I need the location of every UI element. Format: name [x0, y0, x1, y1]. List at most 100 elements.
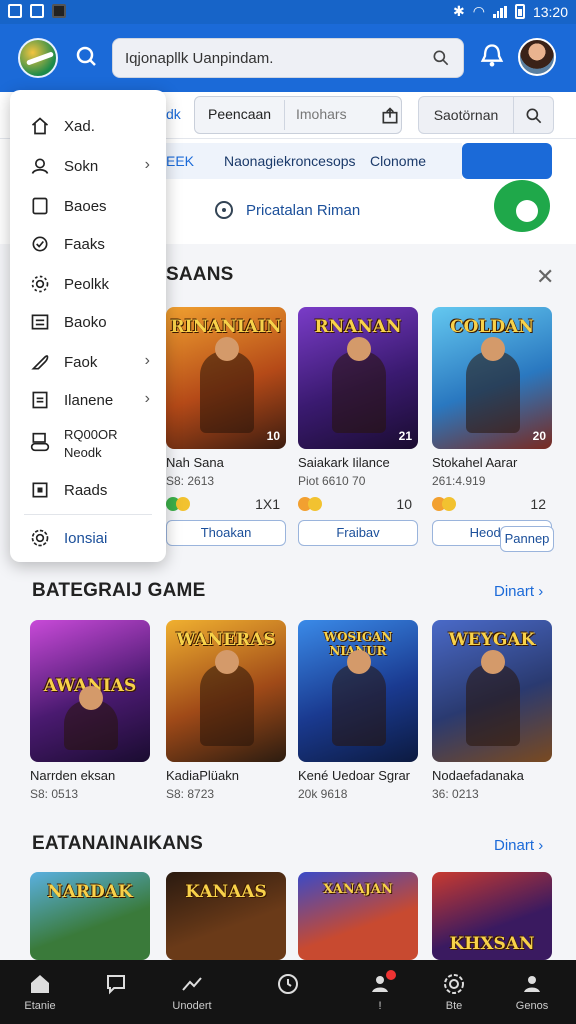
menu-item-label: Faaks	[64, 235, 105, 253]
notification-bell-icon[interactable]	[478, 42, 506, 70]
promo-link[interactable]: Pricatalan Riman	[246, 202, 360, 219]
rating-count: 10	[396, 496, 412, 512]
wifi-icon: ◠	[472, 3, 485, 19]
game-card[interactable]: RINANIAIN 10 Nah Sana S8: 2613 1X1 Thoak…	[166, 307, 286, 546]
nav-trending[interactable]: Unodert	[156, 960, 228, 1024]
tab-1[interactable]: Peencaan	[198, 94, 281, 134]
filter-search-button[interactable]	[514, 96, 554, 134]
nav-home[interactable]: Etanie	[4, 960, 76, 1024]
nav-settings[interactable]: Bte	[418, 960, 490, 1024]
see-all-label: Dinart	[494, 837, 535, 854]
search-input[interactable]: Iqjonapllk Uanpindam.	[125, 50, 273, 67]
game-art-title: NARDAK	[47, 882, 133, 902]
chevron-right-icon: ›	[538, 583, 544, 600]
see-all-link[interactable]: Dinart ›	[494, 837, 543, 854]
search-bar[interactable]: Iqjonapllk Uanpindam.	[112, 38, 464, 78]
signal-icon	[492, 5, 507, 18]
menu-item-label: Ilanene	[64, 391, 114, 409]
menu-item[interactable]: Xad.	[10, 110, 166, 142]
menu-item-label: Raads	[64, 481, 108, 499]
menu-divider	[24, 514, 152, 515]
game-card[interactable]: WANERAS KadiaPlüakn S8: 8723	[166, 620, 286, 801]
game-card[interactable]: KANAAS	[166, 872, 286, 960]
game-badge: 21	[398, 429, 412, 443]
tab-2[interactable]: Imohars	[286, 94, 357, 134]
menu-item[interactable]: Sokn ›	[10, 150, 166, 182]
avatar[interactable]	[518, 38, 556, 76]
battery-icon	[514, 4, 525, 19]
subfilter-chip[interactable]: Naonagiekroncesops	[224, 153, 356, 169]
section-title: EATANAINAIKANS	[32, 833, 203, 854]
game-card[interactable]: KHXSAN	[432, 872, 552, 960]
see-all-link[interactable]: Dinart ›	[494, 583, 543, 600]
menu-item[interactable]: Faok ›	[10, 346, 166, 378]
game-name: Stokahel Aarar	[432, 455, 518, 470]
game-thumbnail[interactable]: KHXSAN	[432, 872, 552, 960]
sort-button[interactable]: Saotörnan	[418, 96, 514, 134]
game-action-button[interactable]: Thoakan	[166, 520, 286, 546]
search-icon[interactable]	[431, 48, 451, 68]
game-character	[466, 650, 520, 746]
search-icon[interactable]	[74, 44, 98, 68]
game-card[interactable]: COLDAN 20 Stokahel Aarar 261:4.919 12 He…	[432, 307, 552, 546]
status-right: ✱ ◠ 13:20	[453, 3, 568, 20]
game-thumbnail[interactable]: KANAAS	[166, 872, 286, 960]
game-card[interactable]: NARDAK	[30, 872, 150, 960]
close-icon[interactable]: ✕	[536, 264, 554, 290]
bottom-navigation: Etanie Unodert ! Bte Genos	[0, 960, 576, 1024]
nav-social[interactable]: !	[344, 960, 416, 1024]
game-thumbnail[interactable]: WOSIGAN NIANUR	[298, 620, 418, 762]
nav-clock[interactable]	[252, 960, 324, 1024]
game-name: Nah Sana	[166, 455, 224, 470]
rating-icons	[166, 497, 190, 511]
menu-item-label: Peolkk	[64, 275, 110, 293]
user-icon	[31, 158, 49, 174]
game-card[interactable]: AWANIAS Narrden eksan S8: 0513	[30, 620, 150, 801]
game-rating: 12	[432, 494, 552, 516]
clock-icon	[278, 974, 298, 994]
game-thumbnail[interactable]: AWANIAS	[30, 620, 150, 762]
game-action-button[interactable]: Fraibav	[298, 520, 418, 546]
game-card[interactable]: WEYGAK Nodaefadanaka 36: 0213	[432, 620, 552, 801]
menu-item-label: Baoes	[64, 197, 107, 215]
section-title: SAANS	[166, 264, 234, 285]
menu-item[interactable]: Raads	[10, 474, 166, 506]
game-badge: 20	[532, 429, 546, 443]
game-art-title: RNANAN	[314, 317, 402, 337]
menu-item[interactable]: Baoko	[10, 306, 166, 338]
game-thumbnail[interactable]: RNANAN 21	[298, 307, 418, 449]
square-icon	[32, 482, 48, 498]
home-icon	[31, 975, 49, 993]
phone-call-button[interactable]	[494, 180, 550, 232]
game-card[interactable]: WOSIGAN NIANUR Kené Uedoar Sgrar 20k 961…	[298, 620, 418, 801]
menu-item[interactable]: Faaks	[10, 228, 166, 260]
game-card[interactable]: XANAJAN	[298, 872, 418, 960]
game-thumbnail[interactable]: WEYGAK	[432, 620, 552, 762]
game-card[interactable]: RNANAN 21 Saiakark Iilance Piot 6610 70 …	[298, 307, 418, 546]
menu-item[interactable]: Ilanene ›	[10, 384, 166, 416]
status-left-icons	[8, 4, 66, 18]
gamepad-icon	[30, 432, 50, 452]
game-thumbnail[interactable]: COLDAN 20	[432, 307, 552, 449]
game-name: Nodaefadanaka	[432, 768, 524, 783]
settings-icon	[31, 529, 49, 547]
menu-item[interactable]: Baoes	[10, 190, 166, 222]
export-icon[interactable]	[380, 106, 400, 126]
app-logo[interactable]	[18, 38, 58, 78]
game-thumbnail[interactable]: NARDAK	[30, 872, 150, 960]
game-action-button[interactable]: Pannep	[500, 526, 554, 552]
subfilter-action-button[interactable]	[462, 143, 552, 179]
game-thumbnail[interactable]: RINANIAIN 10	[166, 307, 286, 449]
game-thumbnail[interactable]: XANAJAN	[298, 872, 418, 960]
menu-item[interactable]: Ionsiai	[10, 522, 166, 554]
game-rating: 1X1	[166, 494, 286, 516]
game-art-title: KHXSAN	[449, 934, 535, 954]
game-thumbnail[interactable]: WANERAS	[166, 620, 286, 762]
nav-profile[interactable]: Genos	[496, 960, 568, 1024]
nav-chat[interactable]	[80, 960, 152, 1024]
subfilter-chip[interactable]: EEK	[166, 153, 194, 169]
subfilter-chip[interactable]: Clonome	[370, 153, 426, 169]
chevron-right-icon: ›	[144, 156, 150, 173]
menu-item[interactable]: Peolkk	[10, 268, 166, 300]
menu-item[interactable]: RQ00OR Neodk	[10, 424, 166, 464]
